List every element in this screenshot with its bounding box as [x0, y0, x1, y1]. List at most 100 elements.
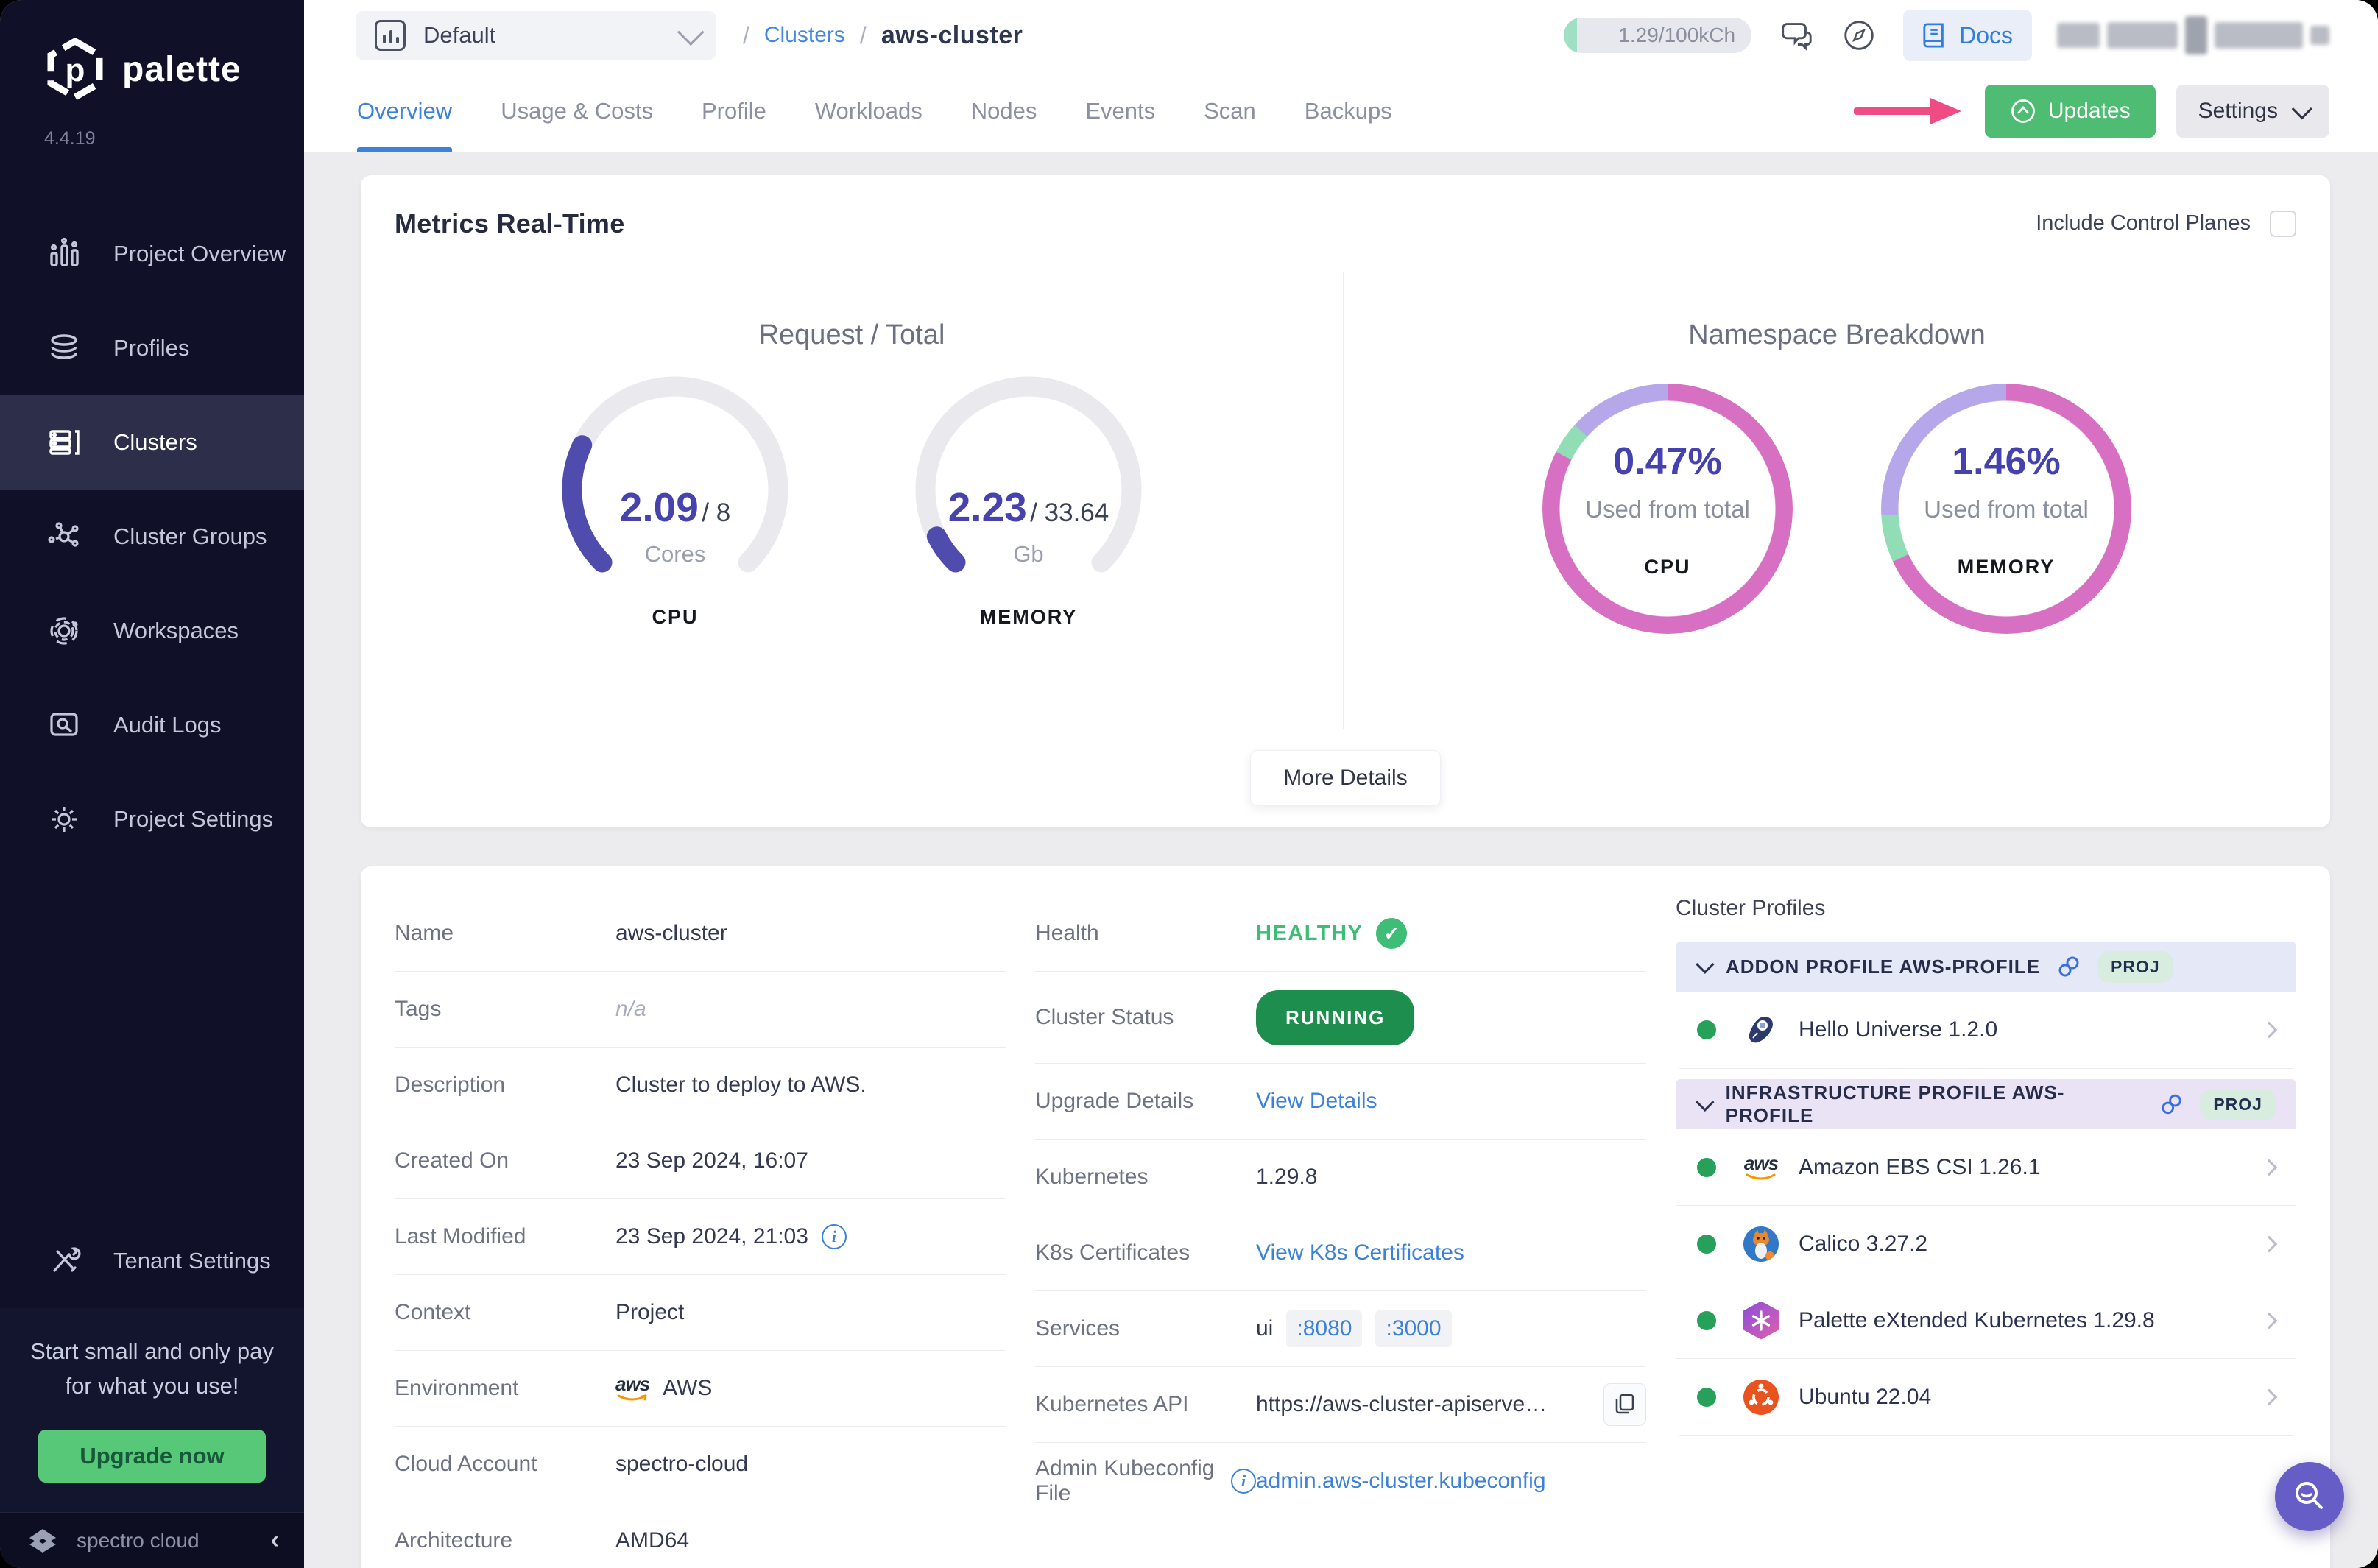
topbar: Default / Clusters / aws-cluster 1.29/10… [304, 0, 2378, 152]
addon-profile-header[interactable]: ADDON PROFILE AWS-PROFILE PROJ [1676, 942, 2296, 992]
gear-icon [46, 801, 82, 838]
profile-item-palette-extended-kubernetes[interactable]: Palette eXtended Kubernetes 1.29.8 [1676, 1282, 2296, 1359]
detail-label: Context [395, 1300, 471, 1324]
status-dot-icon [1697, 1310, 1716, 1330]
detail-value: Cluster to deploy to AWS. [615, 1073, 867, 1097]
updates-label: Updates [2047, 99, 2131, 123]
tab-events[interactable]: Events [1085, 71, 1155, 152]
sidebar-item-tenant-settings[interactable]: Tenant Settings [0, 1214, 304, 1308]
detail-label: Tags [395, 997, 442, 1021]
search-smile-icon [2296, 1482, 2323, 1509]
profile-item-hello-universe[interactable]: Hello Universe 1.2.0 [1676, 992, 2296, 1068]
breadcrumb-clusters-link[interactable]: Clusters [764, 23, 845, 48]
status-dot-icon [1697, 1388, 1716, 1407]
infrastructure-profile-group: INFRASTRUCTURE PROFILE AWS-PROFILE PROJ … [1676, 1079, 2296, 1436]
sidebar-item-label: Project Overview [113, 241, 286, 266]
spectro-cloud-logo-icon [29, 1528, 56, 1553]
link-icon [2058, 956, 2079, 977]
detail-label: Kubernetes [1035, 1165, 1149, 1189]
include-control-planes-checkbox[interactable] [2270, 210, 2296, 237]
profile-item-name: Calico 3.27.2 [1799, 1231, 1928, 1256]
service-port-link[interactable]: :3000 [1375, 1310, 1452, 1347]
compass-icon[interactable] [1840, 16, 1878, 54]
usage-quota-text: 1.29/100kCh [1618, 24, 1736, 46]
updates-button[interactable]: Updates [1984, 85, 2156, 138]
sidebar-collapse-icon[interactable]: ‹ [271, 1526, 279, 1555]
upgrade-now-button[interactable]: Upgrade now [38, 1430, 266, 1483]
details-left-column: Name aws-cluster Tags n/a Description Cl… [395, 896, 1006, 1568]
tab-backups[interactable]: Backups [1305, 71, 1392, 152]
sidebar-item-project-overview[interactable]: Project Overview [0, 207, 304, 301]
tab-usage-costs[interactable]: Usage & Costs [501, 71, 653, 152]
profile-item-ubuntu[interactable]: Ubuntu 22.04 [1676, 1359, 2296, 1435]
detail-value: n/a [615, 997, 646, 1021]
addon-profile-label: ADDON PROFILE AWS-PROFILE [1726, 955, 2041, 978]
detail-row-name: Name aws-cluster [395, 896, 1006, 972]
upsell-line1: Start small and only pay [30, 1338, 274, 1364]
docs-button[interactable]: Docs [1903, 10, 2032, 61]
redacted-user-info [2057, 16, 2329, 54]
chat-icon[interactable] [1777, 16, 1815, 54]
footer-brand-name: spectro cloud [77, 1528, 200, 1552]
detail-value: spectro-cloud [615, 1452, 749, 1476]
search-fab-button[interactable] [2275, 1462, 2344, 1531]
detail-row-architecture: Architecture AMD64 [395, 1502, 1006, 1568]
detail-label: Kubernetes API [1035, 1392, 1189, 1416]
status-dot-icon [1697, 1234, 1716, 1254]
detail-row-kubernetes: Kubernetes 1.29.8 [1035, 1140, 1646, 1215]
settings-button[interactable]: Settings [2176, 85, 2329, 138]
detail-row-environment: Environment aws AWS [395, 1351, 1006, 1427]
sidebar-item-audit-logs[interactable]: Audit Logs [0, 678, 304, 772]
profile-item-amazon-ebs-csi[interactable]: aws Amazon EBS CSI 1.26.1 [1676, 1129, 2296, 1206]
service-name: ui [1256, 1316, 1274, 1341]
detail-row-services: Services ui :8080 :3000 [1035, 1291, 1646, 1367]
tab-scan[interactable]: Scan [1204, 71, 1256, 152]
sidebar-item-cluster-groups[interactable]: Cluster Groups [0, 490, 304, 584]
kubeconfig-link[interactable]: admin.aws-cluster.kubeconfig [1256, 1469, 1546, 1494]
detail-label: Last Modified [395, 1224, 526, 1249]
detail-row-health: Health HEALTHY ✓ [1035, 896, 1646, 972]
project-scope-icon [375, 20, 406, 51]
namespace-breakdown-panel: Namespace Breakdown 0.47% Used from tota… [1344, 272, 2330, 729]
tab-profile[interactable]: Profile [702, 71, 766, 152]
cpu-donut-caption: Used from total [1585, 495, 1750, 523]
profile-item-calico[interactable]: Calico 3.27.2 [1676, 1206, 2296, 1282]
sidebar-item-label: Cluster Groups [113, 523, 267, 549]
cluster-details-card: Name aws-cluster Tags n/a Description Cl… [361, 866, 2330, 1568]
info-icon[interactable]: i [821, 1224, 847, 1249]
view-details-link[interactable]: View Details [1256, 1089, 1377, 1114]
detail-value: aws-cluster [615, 921, 727, 945]
cpu-gauge-label: CPU [652, 606, 699, 628]
detail-value: AMD64 [615, 1528, 690, 1553]
more-details-button[interactable]: More Details [1250, 750, 1441, 806]
app-window: p palette 4.4.19 Project Overview Profil… [0, 0, 2378, 1568]
info-icon[interactable]: i [1231, 1468, 1256, 1494]
service-port-link[interactable]: :8080 [1286, 1310, 1363, 1347]
annotation-arrow [1853, 98, 1961, 124]
sidebar-item-clusters[interactable]: Clusters [0, 395, 304, 490]
copy-button[interactable] [1603, 1383, 1646, 1426]
detail-row-upgrade-details: Upgrade Details View Details [1035, 1064, 1646, 1140]
tab-overview[interactable]: Overview [357, 71, 453, 152]
sidebar-bottom: Tenant Settings Start small and only pay… [0, 1214, 304, 1568]
cpu-donut-percent: 0.47% [1613, 439, 1722, 483]
sidebar-item-workspaces[interactable]: Workspaces [0, 584, 304, 678]
memory-gauge-unit: Gb [1013, 541, 1044, 567]
sidebar-item-project-settings[interactable]: Project Settings [0, 772, 304, 866]
sidebar-item-label: Workspaces [113, 618, 239, 643]
tab-nodes[interactable]: Nodes [971, 71, 1037, 152]
breadcrumb-current: aws-cluster [881, 21, 1023, 49]
cpu-donut-label: CPU [1644, 555, 1691, 578]
sidebar-item-profiles[interactable]: Profiles [0, 301, 304, 395]
detail-label: Environment [395, 1376, 519, 1400]
project-selector[interactable]: Default [356, 11, 716, 60]
status-dot-icon [1697, 1020, 1716, 1039]
svg-text:p: p [66, 52, 85, 88]
infrastructure-profile-header[interactable]: INFRASTRUCTURE PROFILE AWS-PROFILE PROJ [1676, 1079, 2296, 1129]
status-dot-icon [1697, 1157, 1716, 1177]
cpu-gauge-total: / 8 [702, 498, 731, 527]
chevron-right-icon [2260, 1312, 2278, 1329]
cluster-profiles-panel: Cluster Profiles ADDON PROFILE AWS-PROFI… [1676, 896, 2296, 1568]
view-k8s-certificates-link[interactable]: View K8s Certificates [1256, 1240, 1464, 1265]
tab-workloads[interactable]: Workloads [815, 71, 922, 152]
